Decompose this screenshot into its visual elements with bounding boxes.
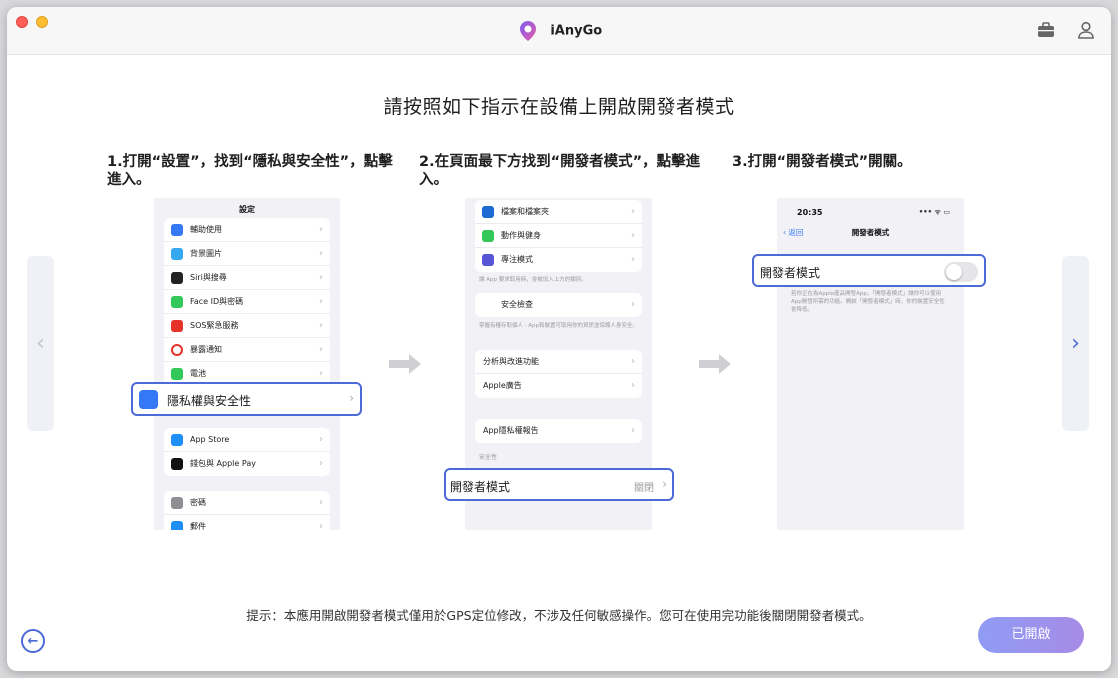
step-3-title: 3.打開“開發者模式”開關。 [732, 154, 912, 170]
mail-icon [171, 521, 183, 530]
list-item: 錢包與 Apple Pay › [164, 452, 330, 476]
developer-mode-toggle-highlight: 開發者模式 [752, 254, 986, 287]
list-item: Siri與搜尋 › [164, 266, 330, 290]
list-item: App隱私權報告 › [483, 425, 635, 436]
settings-group: 輔助使用 › 背景圖片 › Siri與搜尋 › Face ID與密碼 › SOS緊急服務… [164, 218, 330, 386]
settings-title: 設定 [239, 205, 255, 214]
list-item: SOS緊急服務 › [164, 314, 330, 338]
next-step-button[interactable]: › [1062, 256, 1089, 431]
accessibility-icon [171, 224, 183, 236]
safety-note: 掌握有權存取個人 · App和裝置可取用你的資訊並保護人身安全。 [479, 323, 638, 329]
list-item: 密碼 › [164, 491, 330, 515]
privacy-security-highlight: 隱私權與安全性 › [131, 382, 362, 416]
step-3-screenshot: 20:35 ••• ᯤ ▭ ‹ 返回 開發者模式 若你正在為Apple產品開發A… [777, 198, 964, 530]
fitness-icon [482, 230, 494, 242]
nav-bar: ‹ 返回 開發者模式 [777, 227, 964, 241]
list-item: 檔案和檔案夾 › [475, 200, 642, 224]
step-1-screenshot: 設定 輔助使用 › 背景圖片 › Siri與搜尋 › Face ID與密碼 › SOS緊… [154, 198, 340, 530]
app-store-icon [171, 434, 183, 446]
highlight-label: 隱私權與安全性 [167, 394, 252, 408]
list-item: 動作與健身 › [475, 224, 642, 248]
safety-group: 安全檢查 › [475, 293, 642, 317]
chevron-right-icon: › [662, 477, 667, 491]
report-group: App隱私權報告 › [475, 419, 642, 443]
wallet-icon [171, 458, 183, 470]
app-window: iAnyGo 請按照如下指示在設備上開啟開發者模式 1.打開“設置”，找到“隱私… [7, 7, 1111, 671]
wallpaper-icon [171, 248, 183, 260]
arrow-right-icon [389, 354, 421, 374]
arrow-left-icon: ← [27, 633, 39, 649]
folder-icon [482, 206, 494, 218]
user-account-icon[interactable] [1076, 20, 1096, 40]
status-bar: 20:35 ••• ᯤ ▭ [777, 208, 964, 220]
analytics-group: 分析與改進功能 › Apple廣告 › [475, 350, 642, 398]
faceid-icon [171, 296, 183, 308]
status-time: 20:35 [797, 208, 823, 217]
store-group: App Store › 錢包與 Apple Pay › [164, 428, 330, 476]
developer-mode-note: 若你正在為Apple產品開發App，「開發者模式」讓你可以使用App開發所需的功… [791, 291, 945, 313]
list-item: Face ID與密碼 › [164, 290, 330, 314]
hand-icon [139, 390, 158, 409]
apps-group: 密碼 › 郵件 › [164, 491, 330, 530]
highlight-label: 開發者模式 [450, 480, 511, 494]
list-item: 專注模式 › [475, 248, 642, 272]
focus-icon [482, 254, 494, 266]
back-button[interactable]: ← [21, 629, 45, 653]
list-item: 背景圖片 › [164, 242, 330, 266]
list-item: 安全檢查 › [475, 293, 642, 317]
page-heading: 請按照如下指示在設備上開啟開發者模式 [383, 96, 735, 118]
permissions-group: 檔案和檔案夾 › 動作與健身 › 專注模式 › [475, 200, 642, 272]
step-2-title: 2.在頁面最下方找到“開發者模式”，點擊進入。 [419, 154, 701, 188]
status-indicators-icon: ••• ᯤ ▭ [918, 208, 950, 216]
tip-text: 提示：本應用開啟開發者模式僅用於GPS定位修改，不涉及任何敏感操作。您可在使用完… [246, 608, 872, 623]
list-item: Apple廣告 › [483, 380, 635, 391]
list-item: 郵件 › [164, 515, 330, 530]
list-item: 分析與改進功能 › [475, 350, 642, 374]
nav-title: 開發者模式 [851, 228, 890, 237]
highlight-value: 關閉 [634, 483, 654, 494]
battery-icon [171, 368, 183, 380]
arrow-right-icon [699, 354, 731, 374]
developer-mode-toggle [944, 262, 978, 282]
security-section-label: 安全性 [479, 454, 498, 461]
list-item: 暴露通知 › [164, 338, 330, 362]
highlight-label: 開發者模式 [760, 266, 821, 280]
app-name: iAnyGo [550, 23, 603, 39]
exposure-icon [171, 344, 183, 356]
ianygo-logo-icon [519, 21, 536, 41]
enabled-button[interactable]: 已開啟 [978, 617, 1084, 653]
permissions-note: 讓 App 要求取用時，會被加入上方的類別。 [479, 277, 587, 283]
passwords-icon [171, 497, 183, 509]
list-item: App Store › [164, 428, 330, 452]
previous-step-button[interactable]: ‹ [27, 256, 54, 431]
chevron-right-icon: › [349, 391, 354, 405]
toolbox-icon[interactable] [1036, 20, 1056, 40]
developer-mode-row-highlight: 開發者模式 關閉 › [444, 468, 674, 501]
app-brand: iAnyGo [7, 19, 1111, 43]
title-bar: iAnyGo [7, 7, 1111, 55]
siri-icon [171, 272, 183, 284]
step-1-title: 1.打開“設置”，找到“隱私與安全性”，點擊進入。 [107, 154, 393, 188]
people-icon [482, 299, 494, 311]
sos-icon [171, 320, 183, 332]
list-item: 輔助使用 › [164, 218, 330, 242]
